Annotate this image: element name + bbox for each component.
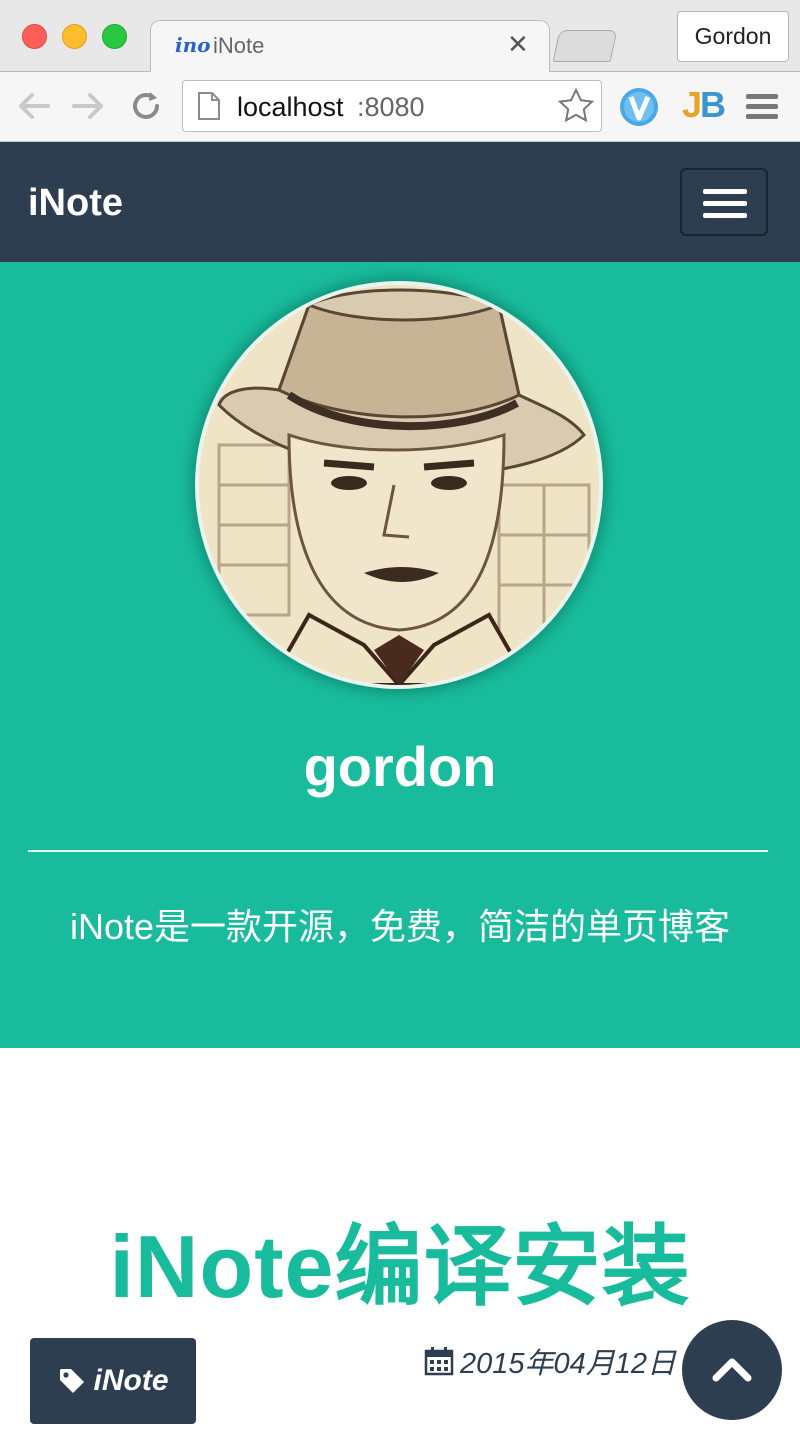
hamburger-icon — [703, 189, 747, 194]
page-icon — [198, 92, 220, 120]
jb-extension-icon[interactable]: JB — [682, 84, 726, 126]
bookmark-star-icon[interactable] — [557, 87, 595, 125]
tag-button[interactable]: iNote — [30, 1338, 196, 1424]
address-host: localhost — [237, 92, 344, 122]
chevron-up-icon — [712, 1358, 752, 1382]
tag-label: iNote — [93, 1364, 169, 1397]
zoom-window-button[interactable] — [102, 24, 127, 49]
chrome-menu-icon[interactable] — [746, 94, 778, 120]
post-date-text: 2015年04月12日 — [460, 1348, 677, 1380]
post-title[interactable]: iNote编译安装 — [0, 1196, 800, 1323]
reload-icon[interactable] — [128, 88, 164, 124]
hamburger-icon-bar — [703, 213, 747, 218]
tagline: iNote是一款开源，免费，简洁的单页博客 — [69, 906, 731, 947]
tag-icon — [59, 1369, 84, 1393]
close-window-button[interactable] — [22, 24, 47, 49]
new-tab-button[interactable] — [552, 30, 618, 62]
address-bar[interactable]: localhost :8080 — [182, 80, 602, 132]
browser-tab[interactable]: ino iNote ✕ — [150, 20, 550, 72]
back-arrow-icon[interactable] — [16, 90, 52, 122]
profile-button[interactable]: Gordon — [677, 11, 789, 62]
post-date: 2015年04月12日 — [424, 1340, 676, 1382]
browser-toolbar: localhost :8080 JB — [0, 72, 800, 142]
divider — [28, 850, 768, 852]
forward-arrow-icon[interactable] — [70, 90, 106, 122]
calendar-icon — [424, 1347, 454, 1376]
minimize-window-button[interactable] — [62, 24, 87, 49]
navbar-toggle-button[interactable] — [680, 168, 768, 236]
profile-header: gordon iNote是一款开源，免费，简洁的单页博客 — [0, 262, 800, 1048]
browser-tabstrip: ino iNote ✕ Gordon — [0, 0, 800, 72]
site-navbar: iNote — [0, 142, 800, 262]
avatar — [195, 281, 603, 689]
v-extension-icon[interactable] — [618, 86, 660, 128]
tab-title: iNote — [213, 33, 265, 58]
hamburger-icon-bar — [703, 201, 747, 206]
scroll-to-top-button[interactable] — [682, 1320, 782, 1420]
username: gordon — [303, 735, 497, 798]
favicon: ino — [175, 33, 211, 57]
tab-close-icon[interactable]: ✕ — [507, 29, 529, 60]
address-port: :8080 — [357, 92, 425, 122]
navbar-brand[interactable]: iNote — [28, 182, 123, 225]
